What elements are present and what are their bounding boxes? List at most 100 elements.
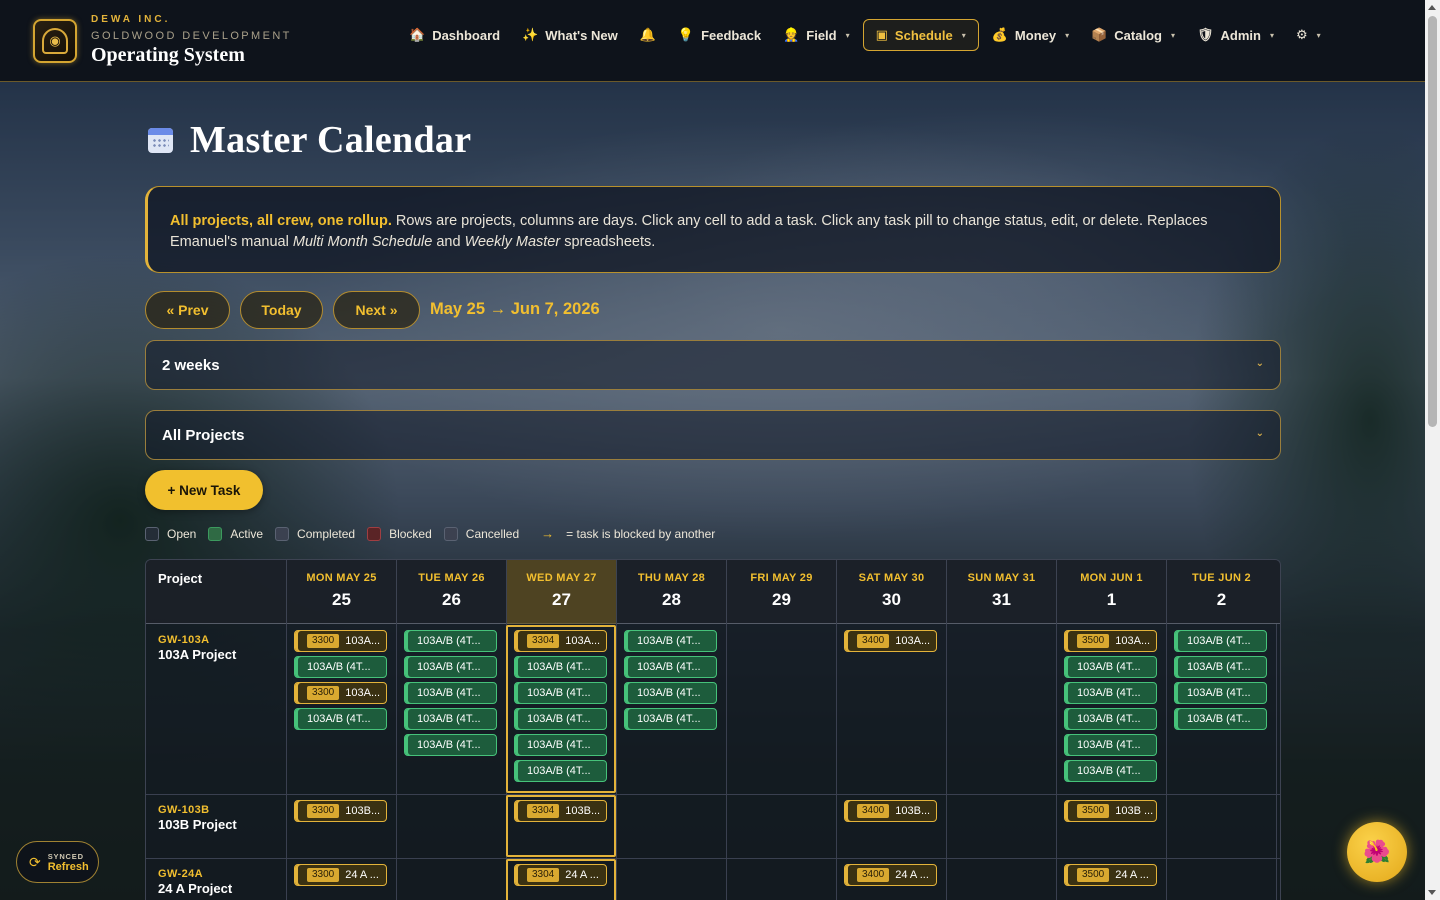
day-column-header[interactable]: THU MAY 28 28	[616, 560, 726, 624]
hibiscus-icon: 🌺	[1363, 839, 1391, 864]
nav-item-label: Field	[806, 27, 837, 43]
task-pill[interactable]: 3500 103A...	[1064, 630, 1157, 652]
day-column-header[interactable]: TUE JUN 2 2	[1166, 560, 1276, 624]
task-code-badge: 3500	[1077, 634, 1110, 648]
task-pill[interactable]: 3500 24 A ...	[1064, 864, 1157, 886]
brand[interactable]: ◉ DEWA INC. GOLDWOOD DEVELOPMENT Operati…	[33, 14, 292, 67]
task-pill[interactable]: 103A/B (4T...	[1174, 630, 1267, 652]
task-pill[interactable]: 103A/B (4T...	[404, 656, 497, 678]
task-pill[interactable]: 103A/B (4T...	[1064, 682, 1157, 704]
task-pill[interactable]: 103A/B (4T...	[514, 760, 607, 782]
task-pill[interactable]: 3300 24 A ...	[294, 864, 387, 886]
nav-item-schedule[interactable]: ▣ Schedule ▾	[862, 19, 979, 51]
task-pill[interactable]: 3300 103A...	[294, 682, 387, 704]
task-label: 103B...	[895, 805, 931, 817]
next-button[interactable]: Next »	[333, 291, 420, 329]
task-pill[interactable]: 103A/B (4T...	[1064, 656, 1157, 678]
legend-label: Completed	[297, 526, 356, 541]
project-row-label[interactable]: GW-24A 24 A Project	[158, 868, 232, 896]
project-code: GW-24A	[158, 868, 203, 880]
task-pill[interactable]: 103A/B (4T...	[1174, 656, 1267, 678]
task-pill[interactable]: 103A/B (4T...	[404, 734, 497, 756]
task-pill[interactable]: 3400 24 A ...	[844, 864, 937, 886]
task-pill[interactable]: 3304 103B...	[514, 800, 607, 822]
task-pill[interactable]: 3304 103A...	[514, 630, 607, 652]
refresh-icon: ⟳	[29, 853, 41, 870]
nav-item-feedback[interactable]: 💡 Feedback	[669, 19, 770, 51]
task-pill[interactable]: 103A/B (4T...	[404, 682, 497, 704]
task-pill[interactable]: 103A/B (4T...	[514, 682, 607, 704]
task-label: 103A/B (4T...	[527, 739, 591, 751]
scroll-down-arrow-icon[interactable]	[1428, 890, 1436, 895]
legend-item-open: Open	[145, 526, 196, 541]
prev-button[interactable]: « Prev	[145, 291, 230, 329]
day-number: 2	[1216, 590, 1227, 609]
scroll-thumb[interactable]	[1428, 16, 1437, 427]
project-filter-value: All Projects	[162, 426, 245, 444]
task-pill[interactable]: 103A/B (4T...	[1064, 760, 1157, 782]
view-range-select[interactable]: 2 weeks ⌄	[145, 340, 1281, 390]
day-column-header[interactable]: TUE MAY 26 26	[396, 560, 506, 624]
task-pill[interactable]: 103A/B (4T...	[1064, 734, 1157, 756]
task-pill[interactable]: 103A/B (4T...	[514, 734, 607, 756]
task-pill[interactable]: 103A/B (4T...	[404, 630, 497, 652]
info-highlight: All projects, all crew, one rollup.	[170, 213, 392, 229]
legend-label: Blocked	[389, 526, 432, 541]
task-pill[interactable]: 3500 103B ...	[1064, 800, 1157, 822]
nav-item-what-s-new[interactable]: ✨ What's New	[513, 19, 627, 51]
assistant-fab-button[interactable]: 🌺	[1347, 822, 1407, 882]
task-code-badge: 3304	[527, 634, 560, 648]
project-row-label[interactable]: GW-103B 103B Project	[158, 804, 237, 832]
nav-item-admin[interactable]: 🛡 Admin ▾	[1188, 19, 1283, 51]
sync-refresh-button[interactable]: ⟳ SYNCED Refresh	[16, 841, 99, 883]
new-task-button[interactable]: + New Task	[145, 470, 263, 510]
day-number: 1	[1106, 590, 1117, 609]
task-pill[interactable]: 103A/B (4T...	[404, 708, 497, 730]
task-pill[interactable]: 103A/B (4T...	[1174, 708, 1267, 730]
task-pill[interactable]: 103A/B (4T...	[624, 656, 717, 678]
house-icon: 🏠	[409, 27, 426, 42]
day-column-header[interactable]: MON JUN 1 1	[1056, 560, 1166, 624]
task-pill[interactable]: 3300 103A...	[294, 630, 387, 652]
task-code-badge: 3400	[857, 804, 890, 818]
legend-arrow-text: = task is blocked by another	[566, 526, 716, 541]
day-column-header[interactable]: SUN MAY 31 31	[946, 560, 1056, 624]
day-column-header[interactable]: MON MAY 25 25	[286, 560, 396, 624]
task-pill[interactable]: 103A/B (4T...	[514, 656, 607, 678]
nav-item-field[interactable]: 👷 Field ▾	[774, 19, 859, 51]
nav-item-gear[interactable]: ⚙ ▾	[1287, 19, 1330, 51]
task-pill[interactable]: 3304 24 A ...	[514, 864, 607, 886]
task-pill[interactable]: 103A/B (4T...	[1064, 708, 1157, 730]
task-label: 103A/B (4T...	[637, 661, 701, 673]
project-row-label[interactable]: GW-103A 103A Project	[158, 634, 236, 662]
project-filter-select[interactable]: All Projects ⌄	[145, 410, 1281, 460]
task-pill[interactable]: 103A/B (4T...	[624, 708, 717, 730]
task-pill[interactable]: 103A/B (4T...	[294, 708, 387, 730]
nav-item-dashboard[interactable]: 🏠 Dashboard	[400, 19, 509, 51]
status-swatch	[367, 526, 382, 541]
task-label: 24 A ...	[1115, 869, 1149, 881]
day-column-header[interactable]: WED MAY 27 27	[506, 560, 616, 624]
legend-label: Cancelled	[465, 526, 520, 541]
day-column-header[interactable]: FRI MAY 29 29	[726, 560, 836, 624]
nav-item-catalog[interactable]: 📦 Catalog ▾	[1082, 19, 1184, 51]
task-pill[interactable]: 103A/B (4T...	[1174, 682, 1267, 704]
nav-item-bell[interactable]: 🔔	[631, 19, 665, 51]
task-label: 103A/B (4T...	[1077, 687, 1141, 699]
project-code: GW-103B	[158, 804, 210, 816]
task-pill[interactable]: 103A/B (4T...	[514, 708, 607, 730]
nav-item-money[interactable]: 💰 Money ▾	[983, 19, 1078, 51]
task-pill[interactable]: 3400 103B...	[844, 800, 937, 822]
task-label: 103A/B (4T...	[527, 687, 591, 699]
task-pill[interactable]: 103A/B (4T...	[624, 630, 717, 652]
today-button[interactable]: Today	[240, 291, 323, 329]
task-pill[interactable]: 103A/B (4T...	[294, 656, 387, 678]
task-pill[interactable]: 103A/B (4T...	[624, 682, 717, 704]
day-column-header[interactable]: SAT MAY 30 30	[836, 560, 946, 624]
task-pill[interactable]: 3300 103B...	[294, 800, 387, 822]
task-label: 103A/B (4T...	[1077, 739, 1141, 751]
scroll-up-arrow-icon[interactable]	[1428, 5, 1436, 10]
task-pill[interactable]: 3400 103A...	[844, 630, 937, 652]
task-code-badge: 3300	[307, 868, 340, 882]
page-scrollbar[interactable]	[1425, 0, 1440, 900]
